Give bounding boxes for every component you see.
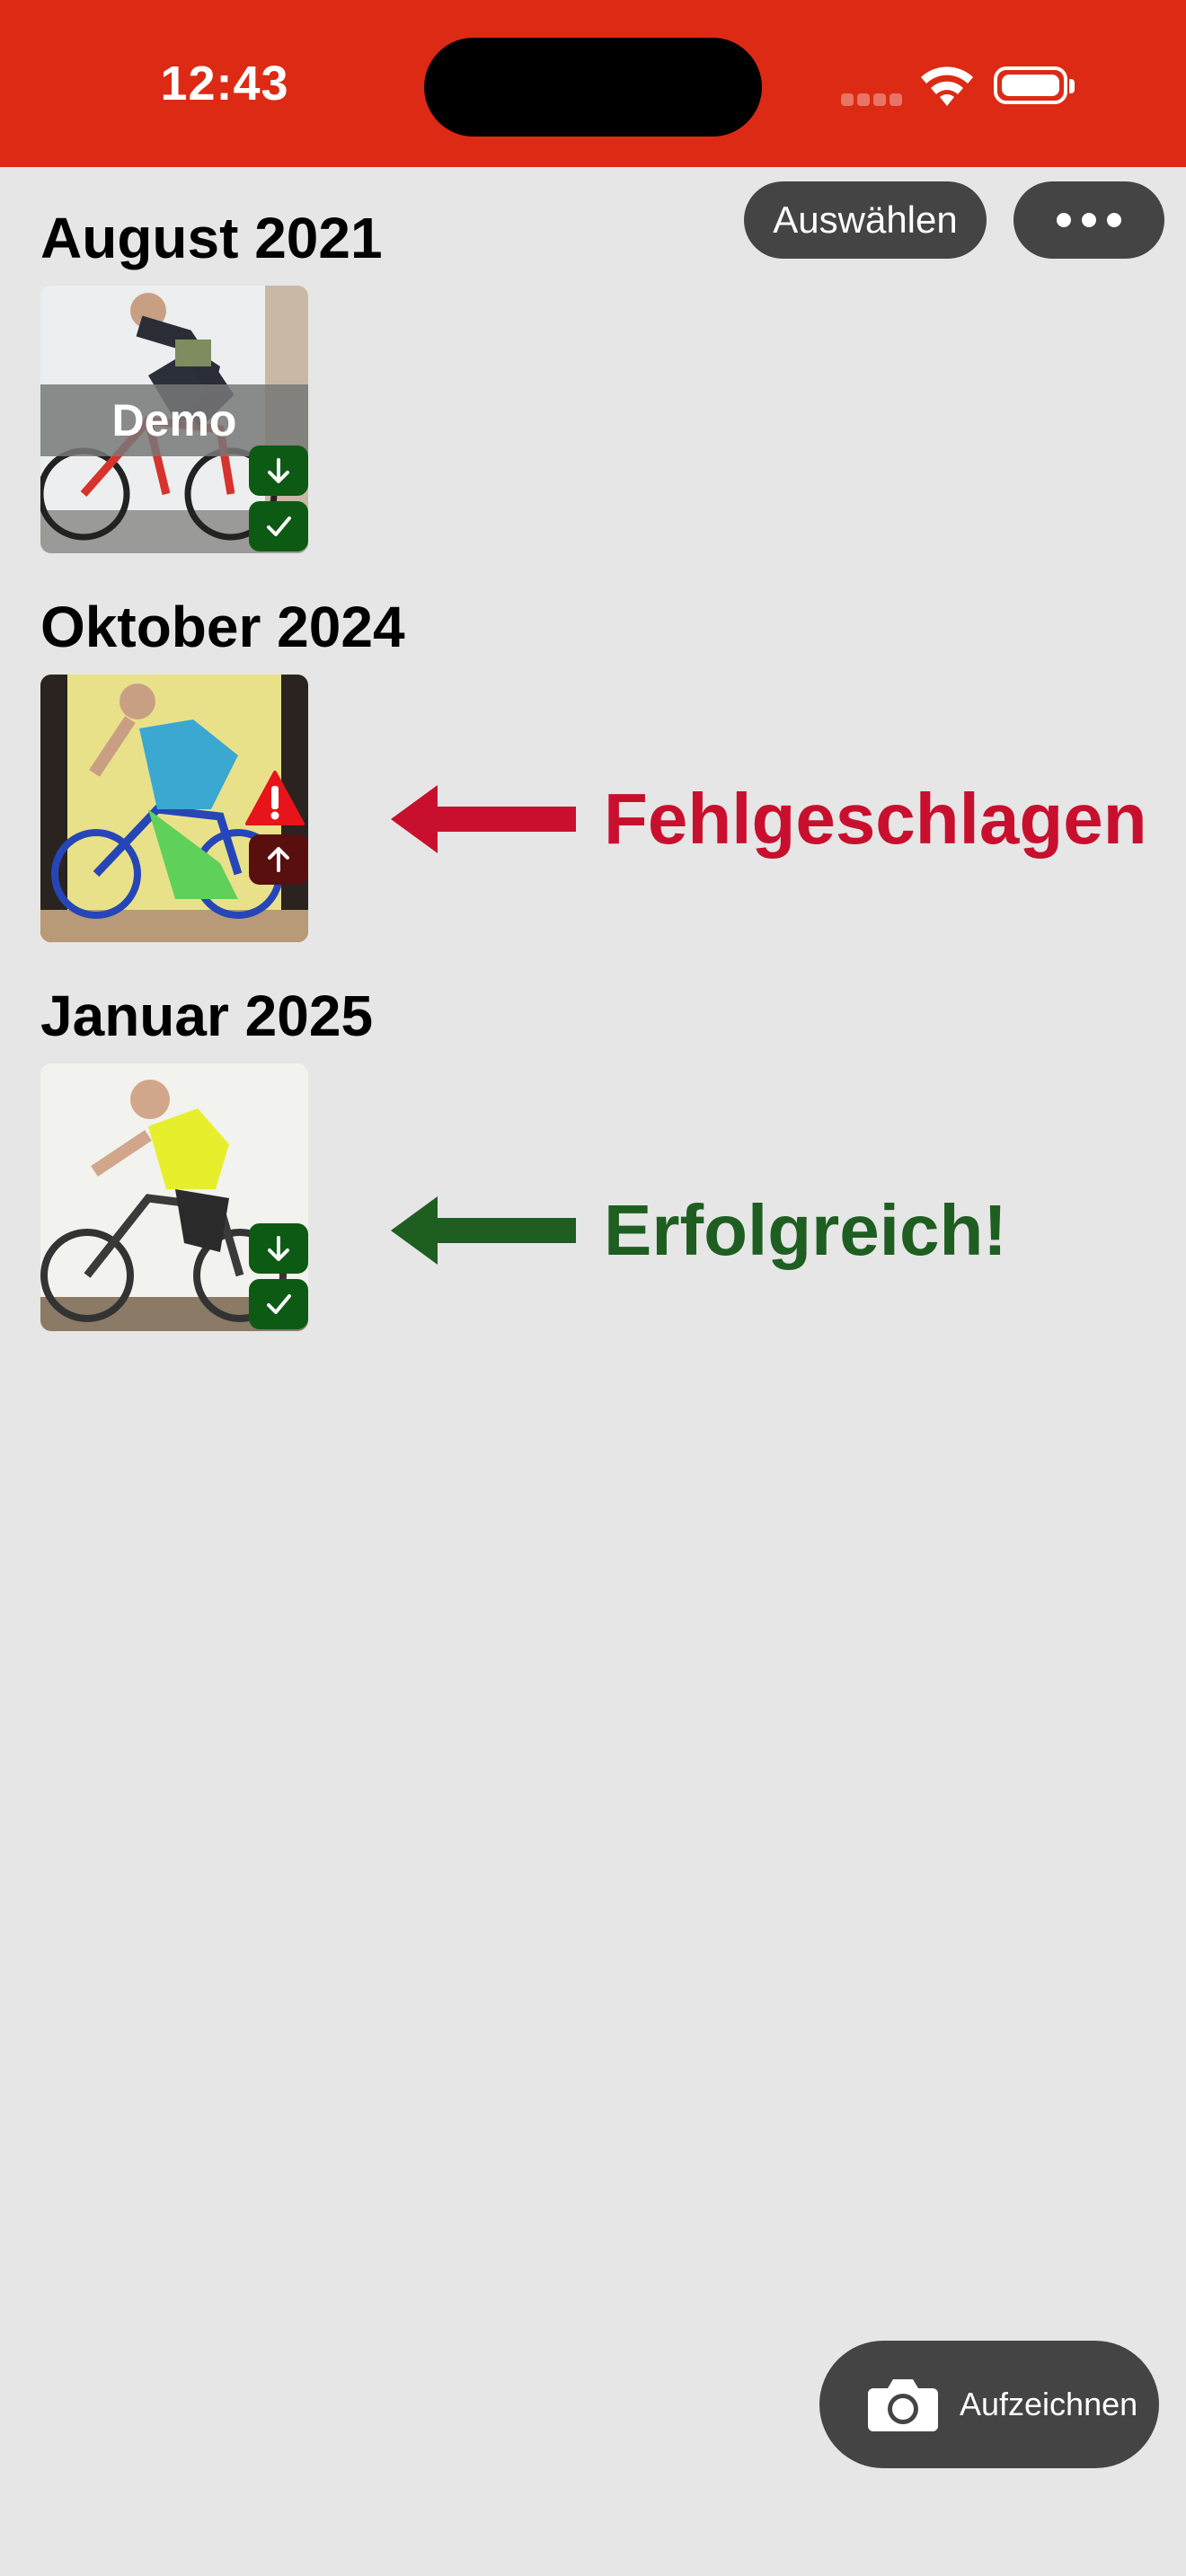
select-button[interactable]: Auswählen (744, 181, 987, 259)
downloaded-badge (249, 1223, 308, 1274)
dynamic-island (424, 38, 762, 137)
section-title-januar-2025: Januar 2025 (40, 984, 374, 1048)
ellipsis-icon (1057, 213, 1071, 227)
checkmark-icon (267, 516, 291, 536)
status-bar: 12:43 (0, 0, 1186, 167)
ellipsis-dot (1082, 213, 1096, 227)
failed-annotation: Fehlgeschlagen (604, 779, 1147, 859)
downloaded-badge (249, 446, 308, 496)
record-button-label: Aufzeichnen (960, 2386, 1138, 2422)
battery-cap (1069, 79, 1075, 93)
upload-pending-badge (249, 834, 308, 885)
video-thumbnail-januar-2025[interactable] (40, 1063, 308, 1331)
video-thumbnail-oktober-2024[interactable] (40, 675, 308, 942)
success-annotation: Erfolgreich! (604, 1190, 1007, 1270)
arrow-up-icon (268, 847, 289, 872)
arrow-down-icon (268, 458, 289, 483)
section-title-oktober-2024: Oktober 2024 (40, 595, 405, 659)
checkmark-icon (267, 1294, 291, 1314)
arrow-left-icon (391, 785, 576, 853)
section-title-august-2021: August 2021 (40, 206, 383, 270)
status-time: 12:43 (160, 57, 289, 110)
record-button[interactable]: Aufzeichnen (819, 2341, 1159, 2468)
wifi-icon (921, 66, 973, 106)
arrow-left-icon (391, 1196, 576, 1265)
more-options-button[interactable] (1013, 181, 1164, 259)
arrow-down-icon (268, 1236, 289, 1261)
camera-icon (868, 2379, 938, 2431)
verified-badge (249, 501, 308, 551)
verified-badge (249, 1279, 308, 1329)
ellipsis-dot (1107, 213, 1121, 227)
cellular-signal-icon (841, 93, 904, 106)
battery-icon (994, 66, 1067, 104)
warning-icon (245, 771, 305, 825)
video-thumbnail-demo[interactable]: Demo (40, 286, 308, 553)
